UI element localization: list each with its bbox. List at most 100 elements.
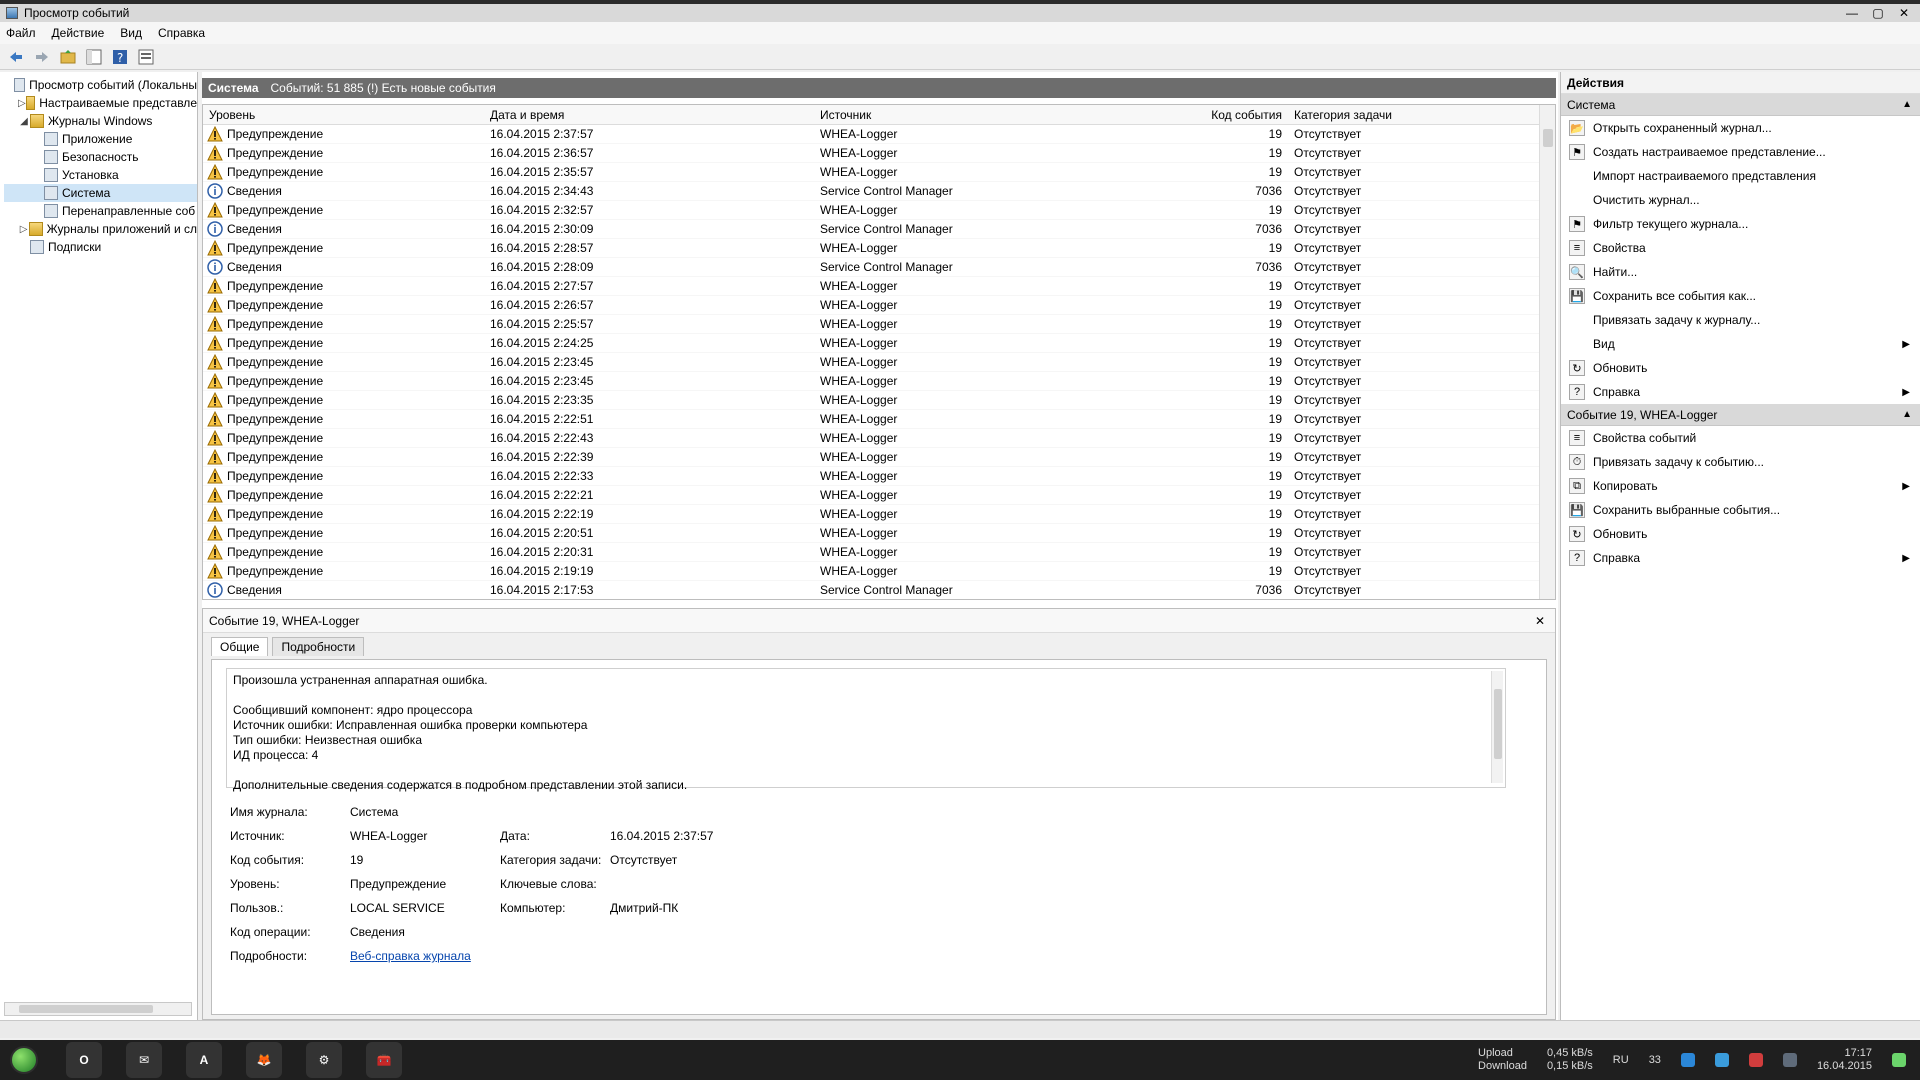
action-item[interactable]: 🔍 Найти... bbox=[1561, 260, 1920, 284]
action-item[interactable]: ≡ Свойства bbox=[1561, 236, 1920, 260]
properties-icon[interactable] bbox=[136, 47, 156, 67]
table-row[interactable]: Предупреждение 16.04.2015 2:22:39 WHEA-Log… bbox=[203, 448, 1555, 467]
security-icon[interactable] bbox=[1748, 1053, 1763, 1067]
col-datetime[interactable]: Дата и время bbox=[484, 108, 814, 122]
table-row[interactable]: Сведения 16.04.2015 2:30:09 Service Contro… bbox=[203, 220, 1555, 239]
table-row[interactable]: Предупреждение 16.04.2015 2:19:19 WHEA-Log… bbox=[203, 562, 1555, 581]
network-icon[interactable] bbox=[1680, 1053, 1695, 1067]
action-item[interactable]: ? Справка ▶ bbox=[1561, 546, 1920, 570]
show-desktop-icon[interactable] bbox=[1892, 1053, 1906, 1067]
close-icon[interactable]: ✕ bbox=[1896, 6, 1912, 20]
tree-item[interactable]: Установка bbox=[4, 166, 197, 184]
action-item[interactable]: ⚑ Фильтр текущего журнала... bbox=[1561, 212, 1920, 236]
col-source[interactable]: Источник bbox=[814, 108, 1048, 122]
action-item[interactable]: Очистить журнал... bbox=[1561, 188, 1920, 212]
tree-expander-icon[interactable]: ▷ bbox=[18, 98, 26, 109]
table-row[interactable]: Предупреждение 16.04.2015 2:36:57 WHEA-Log… bbox=[203, 144, 1555, 163]
action-item[interactable]: 📂 Открыть сохраненный журнал... bbox=[1561, 116, 1920, 140]
menu-action[interactable]: Действие bbox=[52, 26, 105, 40]
col-level[interactable]: Уровень bbox=[203, 108, 484, 122]
table-row[interactable]: Предупреждение 16.04.2015 2:22:33 WHEA-Log… bbox=[203, 467, 1555, 486]
table-row[interactable]: Предупреждение 16.04.2015 2:25:57 WHEA-Log… bbox=[203, 315, 1555, 334]
tree-item[interactable]: Просмотр событий (Локальны bbox=[4, 76, 197, 94]
scroll-thumb[interactable] bbox=[1494, 689, 1502, 759]
settings-icon[interactable]: ⚙ bbox=[306, 1042, 342, 1078]
input-language[interactable]: RU bbox=[1613, 1054, 1629, 1066]
action-item[interactable]: 💾 Сохранить все события как... bbox=[1561, 284, 1920, 308]
table-row[interactable]: Предупреждение 16.04.2015 2:24:25 WHEA-Log… bbox=[203, 334, 1555, 353]
tab-general[interactable]: Общие bbox=[211, 637, 269, 656]
tree-item[interactable]: ▷ Журналы приложений и сл bbox=[4, 220, 197, 238]
table-row[interactable]: Предупреждение 16.04.2015 2:23:45 WHEA-Log… bbox=[203, 372, 1555, 391]
table-row[interactable]: Предупреждение 16.04.2015 2:23:35 WHEA-Log… bbox=[203, 391, 1555, 410]
table-row[interactable]: Предупреждение 16.04.2015 2:37:57 WHEA-Log… bbox=[203, 125, 1555, 144]
action-item[interactable]: ? Справка ▶ bbox=[1561, 380, 1920, 404]
menu-help[interactable]: Справка bbox=[158, 26, 205, 40]
action-item[interactable]: ⚑ Создать настраиваемое представление... bbox=[1561, 140, 1920, 164]
collapse-icon[interactable]: ▲ bbox=[1902, 99, 1912, 110]
action-item[interactable]: ⧉ Копировать ▶ bbox=[1561, 474, 1920, 498]
sound-icon[interactable] bbox=[1782, 1053, 1797, 1067]
table-row[interactable]: Предупреждение 16.04.2015 2:22:19 WHEA-Log… bbox=[203, 505, 1555, 524]
table-row[interactable]: Предупреждение 16.04.2015 2:26:57 WHEA-Log… bbox=[203, 296, 1555, 315]
action-item[interactable]: ↻ Обновить bbox=[1561, 356, 1920, 380]
firefox-icon[interactable]: 🦊 bbox=[246, 1042, 282, 1078]
table-row[interactable]: Предупреждение 16.04.2015 2:32:57 WHEA-Log… bbox=[203, 201, 1555, 220]
action-item[interactable]: ≡ Свойства событий bbox=[1561, 426, 1920, 450]
tree-item[interactable]: ◢ Журналы Windows bbox=[4, 112, 197, 130]
clock[interactable]: 17:17 16.04.2015 bbox=[1817, 1047, 1872, 1073]
tree-item[interactable]: ▷ Настраиваемые представле bbox=[4, 94, 197, 112]
table-row[interactable]: Предупреждение 16.04.2015 2:23:45 WHEA-Log… bbox=[203, 353, 1555, 372]
start-button[interactable] bbox=[0, 1040, 48, 1080]
tree-expander-icon[interactable]: ◢ bbox=[18, 116, 30, 127]
show-hide-tree-icon[interactable] bbox=[84, 47, 104, 67]
table-row[interactable]: Предупреждение 16.04.2015 2:28:57 WHEA-Log… bbox=[203, 239, 1555, 258]
help-icon[interactable]: ? bbox=[110, 47, 130, 67]
close-icon[interactable]: ✕ bbox=[1535, 614, 1545, 628]
tree-expander-icon[interactable]: ▷ bbox=[18, 224, 29, 235]
tree-horizontal-scrollbar[interactable] bbox=[4, 1002, 192, 1016]
action-item[interactable]: Привязать задачу к журналу... bbox=[1561, 308, 1920, 332]
tree-item[interactable]: Перенаправленные соб bbox=[4, 202, 197, 220]
menu-view[interactable]: Вид bbox=[120, 26, 142, 40]
web-help-link[interactable]: Веб-справка журнала bbox=[350, 949, 500, 963]
table-row[interactable]: Предупреждение 16.04.2015 2:35:57 WHEA-Log… bbox=[203, 163, 1555, 182]
tree-item[interactable]: Приложение bbox=[4, 130, 197, 148]
action-item[interactable]: Вид ▶ bbox=[1561, 332, 1920, 356]
up-folder-icon[interactable] bbox=[58, 47, 78, 67]
tab-details[interactable]: Подробности bbox=[272, 637, 365, 656]
toolbox-icon[interactable]: 🧰 bbox=[366, 1042, 402, 1078]
action-item[interactable]: 💾 Сохранить выбранные события... bbox=[1561, 498, 1920, 522]
actions-section-event[interactable]: Событие 19, WHEA-Logger ▲ bbox=[1561, 404, 1920, 426]
table-row[interactable]: Предупреждение 16.04.2015 2:27:57 WHEA-Log… bbox=[203, 277, 1555, 296]
opera-icon[interactable]: O bbox=[66, 1042, 102, 1078]
description-scrollbar[interactable] bbox=[1491, 671, 1503, 783]
table-row[interactable]: Предупреждение 16.04.2015 2:20:51 WHEA-Log… bbox=[203, 524, 1555, 543]
mail-icon[interactable]: ✉ bbox=[126, 1042, 162, 1078]
table-row[interactable]: Сведения 16.04.2015 2:28:09 Service Contro… bbox=[203, 258, 1555, 277]
col-event-id[interactable]: Код события bbox=[1048, 108, 1288, 122]
maximize-icon[interactable]: ▢ bbox=[1870, 6, 1886, 20]
tree-item[interactable]: Безопасность bbox=[4, 148, 197, 166]
action-item[interactable]: ⏱ Привязать задачу к событию... bbox=[1561, 450, 1920, 474]
scroll-thumb[interactable] bbox=[19, 1005, 153, 1013]
table-row[interactable]: Предупреждение 16.04.2015 2:22:21 WHEA-Log… bbox=[203, 486, 1555, 505]
action-item[interactable]: ↻ Обновить bbox=[1561, 522, 1920, 546]
forward-icon[interactable] bbox=[32, 47, 52, 67]
ru-icon[interactable] bbox=[1714, 1053, 1729, 1067]
events-vertical-scrollbar[interactable] bbox=[1539, 105, 1555, 599]
table-row[interactable]: Предупреждение 16.04.2015 2:20:31 WHEA-Log… bbox=[203, 543, 1555, 562]
a-app-icon[interactable]: A bbox=[186, 1042, 222, 1078]
action-item[interactable]: Импорт настраиваемого представления bbox=[1561, 164, 1920, 188]
table-row[interactable]: Сведения 16.04.2015 2:34:43 Service Contro… bbox=[203, 182, 1555, 201]
actions-section-log[interactable]: Система ▲ bbox=[1561, 94, 1920, 116]
tree-item[interactable]: Подписки bbox=[4, 238, 197, 256]
table-row[interactable]: Предупреждение 16.04.2015 2:22:51 WHEA-Log… bbox=[203, 410, 1555, 429]
table-row[interactable]: Предупреждение 16.04.2015 2:22:43 WHEA-Log… bbox=[203, 429, 1555, 448]
back-icon[interactable] bbox=[6, 47, 26, 67]
table-row[interactable]: Сведения 16.04.2015 2:17:53 Service Contro… bbox=[203, 581, 1555, 599]
col-task-category[interactable]: Категория задачи bbox=[1288, 108, 1528, 122]
scroll-thumb[interactable] bbox=[1543, 129, 1553, 147]
event-description[interactable]: Произошла устраненная аппаратная ошибка.… bbox=[226, 668, 1506, 792]
menu-file[interactable]: Файл bbox=[6, 26, 36, 40]
